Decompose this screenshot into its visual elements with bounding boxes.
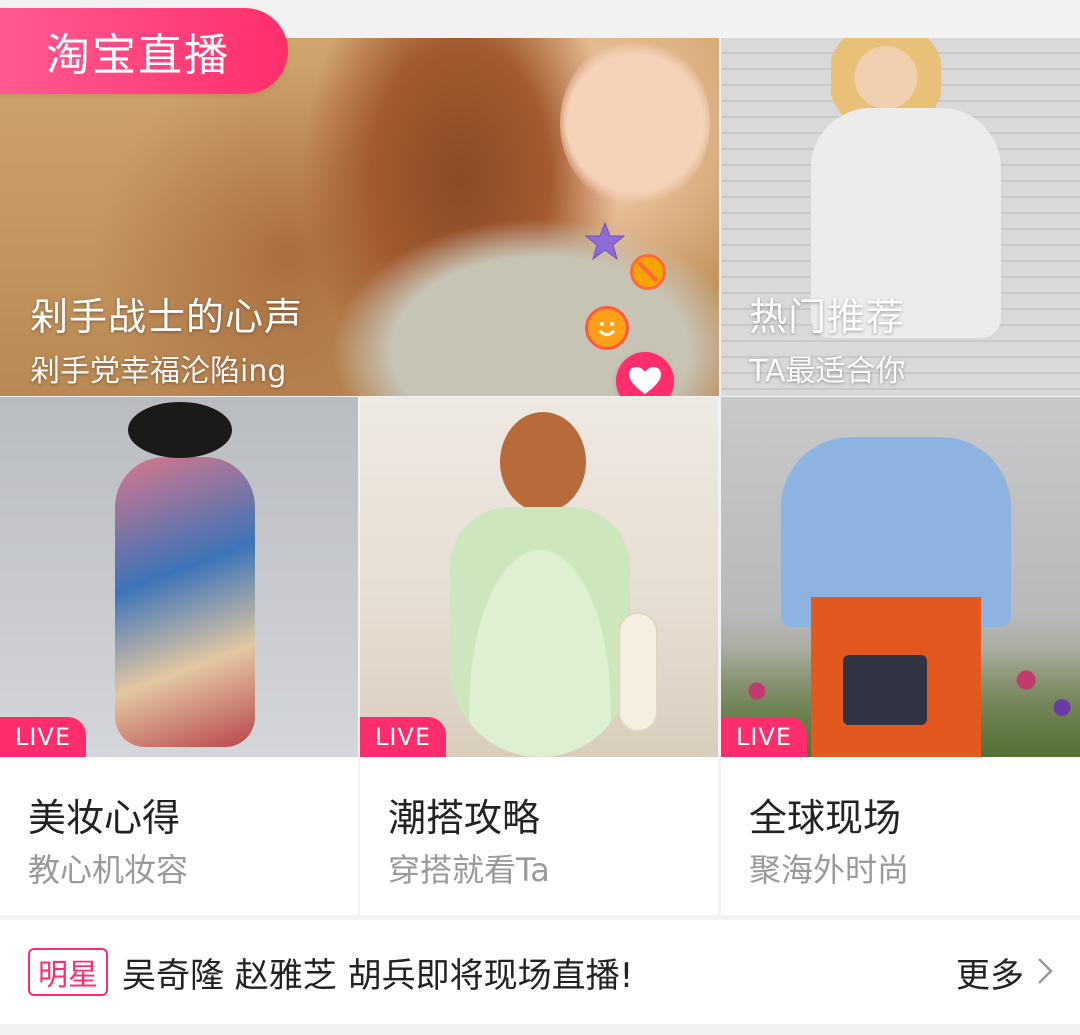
live-card-subtitle: 聚海外时尚 <box>749 851 910 889</box>
ban-icon <box>630 254 666 290</box>
live-card-title: 全球现场 <box>749 796 902 840</box>
photo-violin <box>618 612 658 732</box>
smile-icon <box>585 306 629 350</box>
live-badge: LIVE <box>360 717 446 757</box>
photo-head <box>500 412 586 512</box>
hero-hot-subtitle: TA最适合你 <box>749 354 906 389</box>
hero-hot-title: 热门推荐 <box>749 295 906 339</box>
celebrity-ticker[interactable]: 明星 吴奇隆 赵雅芝 胡兵即将现场直播! 更多 <box>0 920 1080 1024</box>
photo-bag <box>843 655 927 725</box>
photo-dress <box>115 457 255 747</box>
live-card-title: 美妆心得 <box>28 796 181 840</box>
more-link[interactable]: 更多 <box>956 948 1024 997</box>
hero-photo-face <box>560 38 710 208</box>
ticker-tag: 明星 <box>28 948 108 996</box>
taobao-live-badge: 淘宝直播 <box>0 8 288 94</box>
live-card-image: LIVE <box>360 397 718 757</box>
hero-main-title: 剁手战士的心声 <box>30 295 304 339</box>
photo-dress <box>450 507 630 757</box>
live-card-global[interactable]: LIVE 全球现场 聚海外时尚 <box>721 397 1080 915</box>
photo-hat <box>128 402 232 458</box>
live-card-image: LIVE <box>0 397 358 757</box>
live-card-image: LIVE <box>721 397 1080 757</box>
hero-main-subtitle: 剁手党幸福沦陷ing <box>30 354 287 389</box>
live-card-beauty[interactable]: LIVE 美妆心得 教心机妆容 <box>0 397 358 915</box>
live-card-title: 潮搭攻略 <box>388 796 541 840</box>
live-badge: LIVE <box>0 717 86 757</box>
live-home-screen: 剁手战士的心声 剁手党幸福沦陷ing 热门推荐 TA最适合你 淘宝直播 LIVE… <box>0 0 1080 1035</box>
hero-hot-tile[interactable]: 热门推荐 TA最适合你 <box>721 38 1080 396</box>
chevron-right-icon <box>1038 958 1053 984</box>
ticker-text: 吴奇隆 赵雅芝 胡兵即将现场直播! <box>122 955 634 996</box>
live-card-style[interactable]: LIVE 潮搭攻略 穿搭就看Ta <box>360 397 718 915</box>
star-icon <box>585 221 625 261</box>
live-card-subtitle: 教心机妆容 <box>28 851 189 889</box>
live-badge: LIVE <box>721 717 807 757</box>
live-card-subtitle: 穿搭就看Ta <box>388 851 550 889</box>
